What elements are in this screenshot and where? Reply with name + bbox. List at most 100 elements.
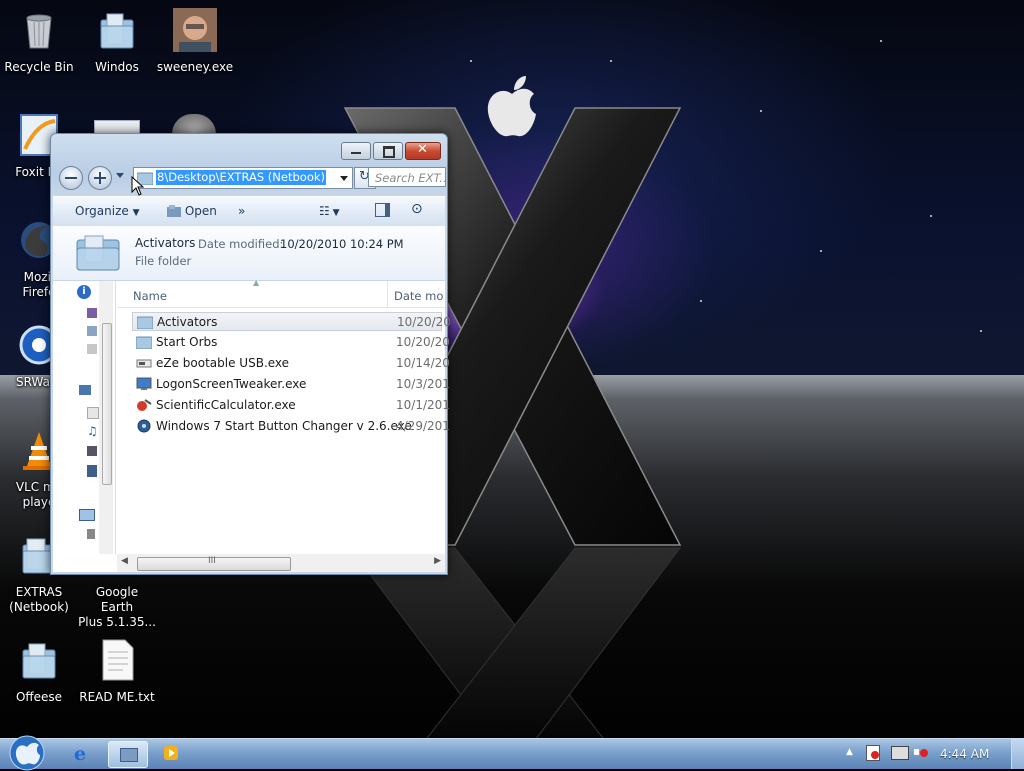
preview-pane-button[interactable] — [375, 203, 390, 217]
selected-item-name: Activators — [135, 236, 196, 250]
desktop-icon-label: Google Earth — [95, 585, 139, 614]
file-row-logonscreentweaker[interactable]: LogonScreenTweaker.exe 10/3/201 — [132, 375, 450, 394]
recent-icon[interactable] — [87, 344, 97, 354]
nav-pane-scrollbar[interactable] — [99, 281, 113, 554]
help-icon: ⊙ — [411, 201, 423, 217]
drive-icon[interactable] — [87, 529, 95, 539]
show-desktop-button[interactable] — [1011, 739, 1024, 769]
desktop-icon-label: Recycle Bin — [4, 60, 74, 74]
forward-button[interactable] — [88, 166, 112, 190]
folder-icon — [22, 643, 56, 679]
close-icon: ✕ — [417, 142, 428, 157]
explorer-folder-icon — [120, 748, 138, 762]
volume-muted-icon[interactable] — [914, 745, 928, 759]
help-button[interactable]: ⊙ — [411, 201, 423, 217]
navigation-bar: 8\Desktop\EXTRAS (Netbook) ↻ Search EXT.… — [56, 164, 446, 192]
computer-icon[interactable] — [79, 509, 95, 521]
search-input[interactable]: Search EXT... — [368, 167, 446, 187]
taskbar-explorer-window[interactable] — [108, 741, 148, 768]
chevron-down-icon: ▼ — [132, 208, 140, 218]
desktop-icon-label: Plus 5.1.35... — [78, 615, 156, 629]
taskbar-media-player[interactable] — [153, 741, 191, 766]
open-label: Open — [184, 204, 217, 218]
clock[interactable]: 4:44 AM — [940, 747, 989, 761]
file-row-activators[interactable]: Activators 10/20/20 — [132, 312, 451, 331]
details-header: Activators Date modified: 10/20/2010 10:… — [53, 226, 445, 281]
desktop-icon-label: sweeney.exe — [156, 60, 234, 74]
file-date: 10/20/20 — [397, 315, 451, 329]
organize-button[interactable]: Organize ▼ — [75, 204, 140, 218]
music-icon[interactable]: ♫ — [87, 425, 98, 437]
open-icon — [167, 205, 181, 217]
recent-pages-dropdown-icon[interactable] — [116, 173, 124, 178]
videos-icon[interactable] — [87, 446, 97, 456]
info-icon[interactable]: i — [77, 285, 91, 299]
start-button-apple-orb[interactable] — [8, 735, 46, 771]
minimize-icon — [351, 152, 361, 154]
desktop-icon-offeese[interactable]: Offeese — [0, 638, 78, 705]
horizontal-scrollbar[interactable]: ◀ III ▶ — [117, 554, 445, 572]
network-status-icon[interactable] — [891, 746, 909, 760]
action-center-icon[interactable] — [866, 745, 880, 761]
desktop-icon-recycle-bin[interactable]: Recycle Bin — [0, 8, 78, 75]
pictures-icon[interactable] — [87, 308, 97, 318]
folder-icon — [100, 13, 134, 49]
maximize-icon — [383, 146, 395, 158]
taskbar: e ▲ 4:44 AM — [0, 735, 1024, 771]
scroll-right-icon[interactable]: ▶ — [434, 556, 441, 566]
person-photo-icon — [173, 8, 217, 52]
calculator-app-icon — [137, 399, 152, 411]
library-icon[interactable] — [87, 465, 97, 477]
selected-item-type: File folder — [135, 254, 192, 268]
monitor-app-icon — [136, 377, 152, 390]
documents-icon[interactable] — [87, 326, 97, 336]
media-player-icon — [164, 746, 178, 760]
address-dropdown-icon[interactable] — [340, 176, 348, 181]
minimize-button[interactable] — [341, 142, 371, 160]
desktop-icon-sweeney[interactable]: sweeney.exe — [156, 8, 234, 75]
column-header-name[interactable]: Name — [133, 289, 167, 303]
back-button[interactable] — [59, 166, 83, 190]
file-name: ScientificCalculator.exe — [156, 398, 296, 412]
taskbar-internet-explorer[interactable]: e — [63, 741, 101, 766]
file-date: 4/29/201 — [396, 419, 450, 433]
command-toolbar: Organize ▼ Open » ☷ ▼ ⊙ — [53, 196, 445, 228]
horizontal-scroll-thumb[interactable]: III — [137, 556, 291, 571]
address-bar[interactable]: 8\Desktop\EXTRAS (Netbook) — [133, 167, 353, 189]
mail-icon[interactable] — [87, 407, 99, 419]
file-row-start-orbs[interactable]: Start Orbs 10/20/20 — [132, 333, 450, 352]
explorer-window[interactable]: ✕ 8\Desktop\EXTRAS (Netbook) ↻ Search EX… — [50, 133, 451, 575]
more-commands-button[interactable]: » — [238, 204, 245, 218]
desktop-icon-label: (Netbook) — [9, 600, 69, 614]
sort-arrow-icon: ▲ — [253, 278, 260, 287]
address-path[interactable]: 8\Desktop\EXTRAS (Netbook) — [156, 170, 326, 185]
recycle-bin-icon — [26, 14, 52, 49]
content-area: i ♫ Name ▲ Date mo Activators 10/20/20 S… — [53, 278, 451, 572]
file-row-scientificcalculator[interactable]: ScientificCalculator.exe 10/1/201 — [132, 396, 450, 415]
file-row-eze-bootable-usb[interactable]: eZe bootable USB.exe 10/14/20 — [132, 354, 450, 373]
maximize-button[interactable] — [373, 142, 403, 160]
desktop-icon-label: Offeese — [15, 690, 63, 704]
view-options-button[interactable]: ☷ ▼ — [319, 204, 340, 218]
apple-logo — [487, 76, 536, 137]
scroll-grip: III — [208, 556, 216, 566]
desktop-icon-readme[interactable]: READ ME.txt — [78, 638, 156, 705]
desktop-icon-windos[interactable]: Windos — [78, 8, 156, 75]
file-name: Windows 7 Start Button Changer v 2.6.exe — [156, 419, 412, 433]
navigation-pane[interactable]: i ♫ — [53, 281, 116, 554]
internet-explorer-icon: e — [74, 743, 87, 765]
desktop-icon-label: EXTRAS — [15, 585, 63, 599]
column-header-date-modified[interactable]: Date mo — [394, 289, 443, 303]
date-modified-label: Date modified: — [198, 237, 284, 251]
organize-label: Organize — [75, 204, 129, 218]
network-icon[interactable] — [79, 385, 91, 395]
mouse-cursor-icon — [131, 176, 145, 196]
show-hidden-icons-button[interactable]: ▲ — [846, 747, 853, 757]
desktop-icon-label: Windos — [95, 60, 139, 74]
file-row-start-button-changer[interactable]: Windows 7 Start Button Changer v 2.6.exe… — [132, 417, 450, 436]
scroll-left-icon[interactable]: ◀ — [121, 556, 128, 566]
open-button[interactable]: Open — [167, 204, 217, 218]
nav-pane-scroll-thumb[interactable] — [102, 323, 112, 485]
chevron-down-icon: ▼ — [332, 208, 340, 218]
close-button[interactable]: ✕ — [405, 142, 441, 160]
